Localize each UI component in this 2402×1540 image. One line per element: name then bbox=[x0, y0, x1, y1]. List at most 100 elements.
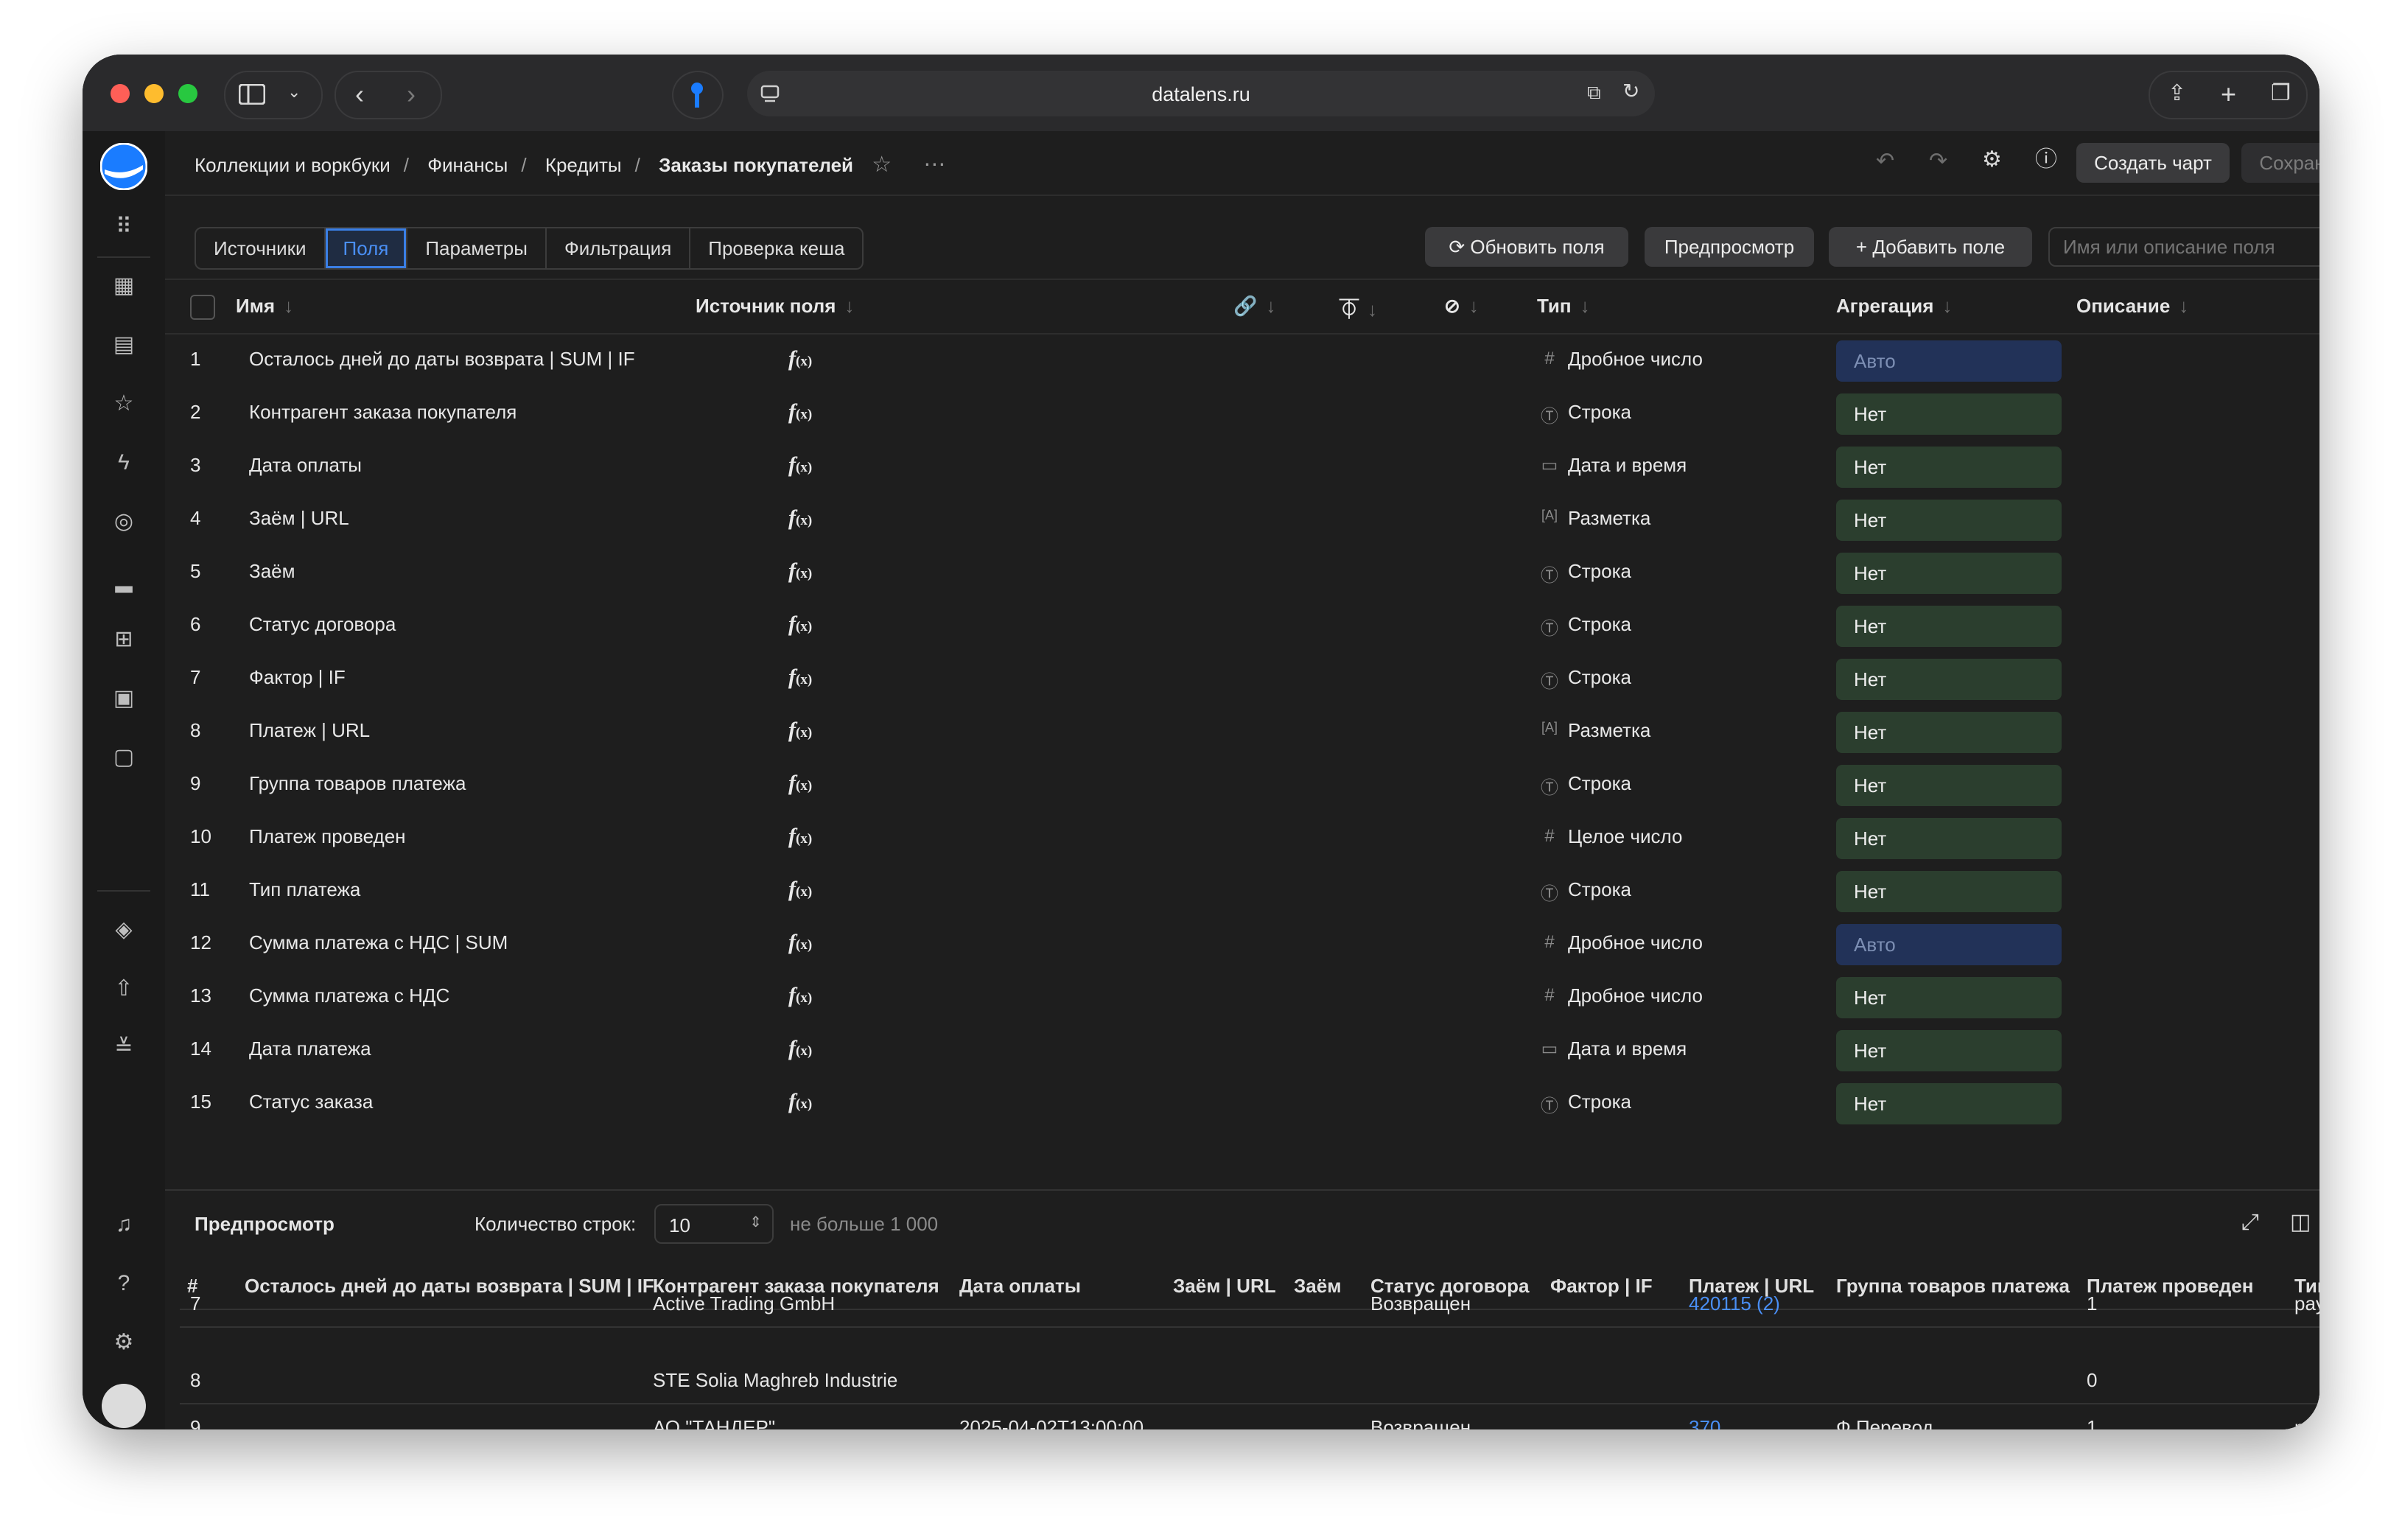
field-name[interactable]: Платеж | URL bbox=[249, 719, 370, 742]
header-visibility[interactable]: ⊘ ↓ bbox=[1444, 295, 1479, 318]
aggregation-select[interactable]: Нет bbox=[1836, 871, 2062, 912]
redo-icon[interactable]: ↷ bbox=[1929, 150, 1947, 172]
formula-icon[interactable]: f(x) bbox=[788, 559, 812, 584]
back-icon[interactable]: ‹ bbox=[355, 81, 364, 108]
table-row[interactable]: 6 Статус договора f(x) Ⓣ Строка Нет bbox=[165, 600, 2319, 653]
close-window-button[interactable] bbox=[111, 84, 130, 103]
preview-cell-payment-url[interactable]: 420115 (2) bbox=[1689, 1292, 1780, 1315]
header-type[interactable]: Тип ↓ bbox=[1537, 295, 1590, 318]
tab-fields[interactable]: Поля bbox=[325, 228, 408, 268]
info-icon[interactable]: ⓘ bbox=[2035, 149, 2057, 171]
create-chart-button[interactable]: Создать чарт bbox=[2076, 143, 2230, 183]
sidebar-toggle[interactable]: ⌄ bbox=[224, 71, 323, 119]
table-row[interactable]: 1 Осталось дней до даты возврата | SUM | … bbox=[165, 335, 2319, 388]
field-name[interactable]: Контрагент заказа покупателя bbox=[249, 401, 517, 424]
aggregation-select[interactable]: Авто bbox=[1836, 340, 2062, 382]
field-type[interactable]: Строка bbox=[1568, 401, 1631, 424]
aggregation-select[interactable]: Нет bbox=[1836, 765, 2062, 806]
gear-icon[interactable]: ⚙ bbox=[109, 1328, 139, 1357]
field-name[interactable]: Статус заказа bbox=[249, 1091, 373, 1113]
upload-icon[interactable]: ⇧ bbox=[109, 974, 139, 1004]
preview-button[interactable]: Предпросмотр bbox=[1645, 227, 1814, 267]
table-row[interactable]: 8 Платеж | URL f(x) [A] Разметка Нет bbox=[165, 706, 2319, 759]
rows-count-input[interactable]: 10 ⇕ bbox=[654, 1204, 774, 1244]
maximize-window-button[interactable] bbox=[178, 84, 197, 103]
select-all-checkbox[interactable] bbox=[190, 295, 215, 320]
tab-filtering[interactable]: Фильтрация bbox=[547, 228, 691, 268]
preview-col-header[interactable]: Фактор | IF bbox=[1550, 1275, 1653, 1298]
undo-icon[interactable]: ↶ bbox=[1876, 150, 1894, 172]
collections-icon[interactable]: ▤ bbox=[109, 330, 139, 360]
tab-sources[interactable]: Источники bbox=[196, 228, 326, 268]
table-row[interactable]: 3 Дата оплаты f(x) ▭ Дата и время Нет bbox=[165, 441, 2319, 494]
aggregation-select[interactable]: Нет bbox=[1836, 659, 2062, 700]
breadcrumb-item[interactable]: Кредиты bbox=[545, 154, 622, 176]
address-bar[interactable]: datalens.ru ⧉ ↻ bbox=[747, 71, 1655, 116]
formula-icon[interactable]: f(x) bbox=[788, 1089, 812, 1114]
share-icon[interactable]: ⇪ bbox=[2168, 83, 2186, 105]
stepper-icon[interactable]: ⇕ bbox=[749, 1213, 762, 1231]
translate-icon[interactable]: ⧉ bbox=[1587, 83, 1601, 102]
refresh-fields-button[interactable]: ⟳ Обновить поля bbox=[1425, 227, 1628, 267]
field-name[interactable]: Группа товаров платежа bbox=[249, 772, 466, 795]
field-type[interactable]: Дробное число bbox=[1568, 984, 1703, 1007]
chart-icon[interactable]: ▂ bbox=[109, 566, 139, 595]
field-name[interactable]: Сумма платежа с НДС | SUM bbox=[249, 931, 508, 954]
aggregation-select[interactable]: Нет bbox=[1836, 1030, 2062, 1071]
formula-icon[interactable]: f(x) bbox=[788, 930, 812, 955]
aggregation-select[interactable]: Нет bbox=[1836, 553, 2062, 594]
preview-col-header[interactable]: Заём | URL bbox=[1173, 1275, 1276, 1298]
header-name[interactable]: Имя ↓ bbox=[236, 295, 293, 318]
table-row[interactable]: 2 Контрагент заказа покупателя f(x) Ⓣ Строка… bbox=[165, 388, 2319, 441]
aggregation-select[interactable]: Нет bbox=[1836, 393, 2062, 435]
field-name[interactable]: Дата оплаты bbox=[249, 454, 362, 477]
table-row[interactable]: 11 Тип платежа f(x) Ⓣ Строка Нет bbox=[165, 865, 2319, 918]
sliders-icon[interactable]: ≚ bbox=[109, 1033, 139, 1063]
aggregation-select[interactable]: Нет bbox=[1836, 977, 2062, 1018]
field-type[interactable]: Разметка bbox=[1568, 719, 1650, 742]
formula-icon[interactable]: f(x) bbox=[788, 1036, 812, 1061]
minimize-window-button[interactable] bbox=[144, 84, 164, 103]
field-name[interactable]: Сумма платежа с НДС bbox=[249, 984, 449, 1007]
header-description[interactable]: Описание ↓ bbox=[2076, 295, 2188, 318]
bell-icon[interactable]: ♫ bbox=[109, 1210, 139, 1239]
add-field-button[interactable]: + Добавить поле bbox=[1829, 227, 2032, 267]
layers-icon[interactable]: ◈ bbox=[109, 915, 139, 945]
field-type[interactable]: Дата и время bbox=[1568, 454, 1687, 477]
header-aggregation[interactable]: Агрегация ↓ bbox=[1836, 295, 1952, 318]
table-row[interactable]: 15 Статус заказа f(x) Ⓣ Строка Нет bbox=[165, 1077, 2319, 1130]
table-row[interactable]: 13 Сумма платежа с НДС f(x) # Дробное число Н… bbox=[165, 971, 2319, 1024]
table-row[interactable]: 4 Заём | URL f(x) [A] Разметка Нет bbox=[165, 494, 2319, 547]
field-type[interactable]: Целое число bbox=[1568, 825, 1682, 848]
field-type[interactable]: Строка bbox=[1568, 560, 1631, 583]
formula-icon[interactable]: f(x) bbox=[788, 665, 812, 690]
field-name[interactable]: Платеж проведен bbox=[249, 825, 406, 848]
table-row[interactable]: 9 Группа товаров платежа f(x) Ⓣ Строка Нет bbox=[165, 759, 2319, 812]
header-filter[interactable]: ⏁ ↓ bbox=[1340, 295, 1377, 322]
datasets-icon[interactable]: ⊞ bbox=[109, 625, 139, 654]
table-row[interactable]: 10 Платеж проведен f(x) # Целое число Нет bbox=[165, 812, 2319, 865]
field-name[interactable]: Дата платежа bbox=[249, 1037, 371, 1060]
table-row[interactable]: 7 Фактор | IF f(x) Ⓣ Строка Нет bbox=[165, 653, 2319, 706]
new-tab-icon[interactable]: + bbox=[2221, 81, 2236, 108]
aggregation-select[interactable]: Нет bbox=[1836, 447, 2062, 488]
field-type[interactable]: Разметка bbox=[1568, 507, 1650, 530]
field-name[interactable]: Заём bbox=[249, 560, 295, 583]
favorite-star-icon[interactable]: ☆ bbox=[872, 153, 892, 177]
field-type[interactable]: Дробное число bbox=[1568, 348, 1703, 371]
connections-icon[interactable]: ◎ bbox=[109, 507, 139, 536]
field-name[interactable]: Осталось дней до даты возврата | SUM | I… bbox=[249, 348, 635, 371]
field-name[interactable]: Тип платежа bbox=[249, 878, 360, 901]
apps-grid-icon[interactable]: ⠿ bbox=[109, 212, 139, 242]
tab-parameters[interactable]: Параметры bbox=[407, 228, 547, 268]
preview-col-header[interactable]: Платеж проведен bbox=[2087, 1275, 2253, 1298]
tab-cache-check[interactable]: Проверка кеша bbox=[690, 228, 862, 268]
field-type[interactable]: Дата и время bbox=[1568, 1037, 1687, 1060]
more-icon[interactable]: ⋯ bbox=[923, 153, 945, 177]
formula-icon[interactable]: f(x) bbox=[788, 824, 812, 849]
field-name[interactable]: Фактор | IF bbox=[249, 666, 346, 689]
save-button[interactable]: Сохранить bbox=[2241, 143, 2319, 183]
dashboard-icon[interactable]: ▦ bbox=[109, 271, 139, 301]
field-type[interactable]: Строка bbox=[1568, 1091, 1631, 1113]
lightning-icon[interactable]: ϟ bbox=[109, 448, 139, 477]
